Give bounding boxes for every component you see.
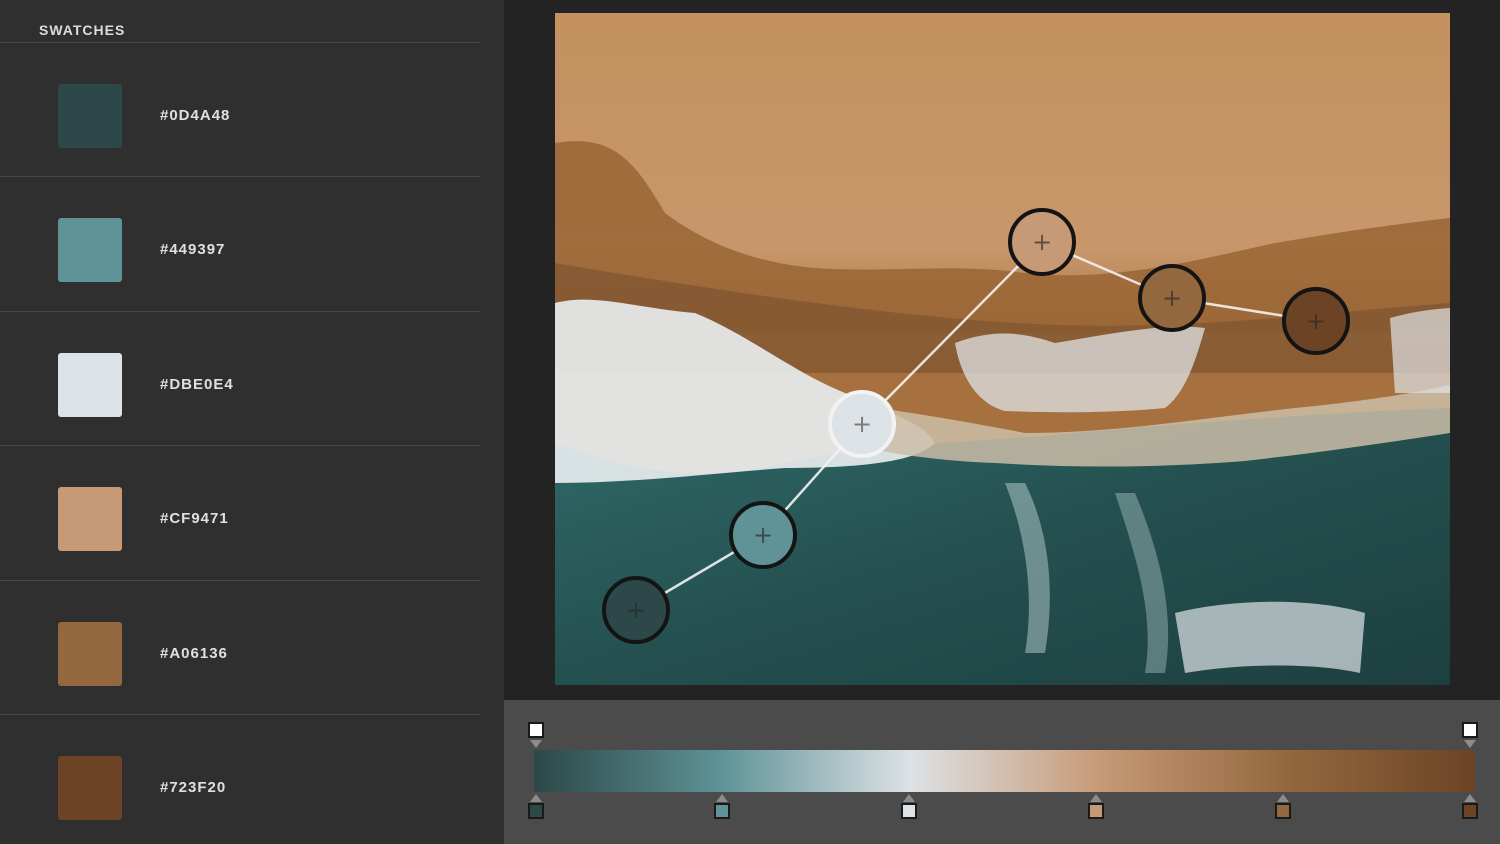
- swatch-hex-label: #449397: [160, 241, 226, 259]
- color-picker-handle[interactable]: +: [1138, 264, 1206, 332]
- color-picker-handle[interactable]: +: [602, 576, 670, 644]
- color-picker-handle[interactable]: +: [828, 390, 896, 458]
- swatches-title: SWATCHES: [39, 22, 126, 38]
- color-stop[interactable]: [1088, 803, 1104, 819]
- swatch-hex-label: #723F20: [160, 778, 227, 796]
- image-canvas-area: + + + + + +: [504, 0, 1500, 700]
- color-stop[interactable]: [1275, 803, 1291, 819]
- swatch-row[interactable]: #CF9471: [0, 446, 480, 581]
- beach-aerial-photo[interactable]: + + + + + +: [555, 13, 1450, 685]
- crosshair-icon: +: [625, 596, 647, 624]
- swatch-chip[interactable]: [58, 621, 122, 686]
- stop-arrow-icon: [1277, 794, 1289, 802]
- stop-arrow-icon: [530, 794, 542, 802]
- crosshair-icon: +: [851, 410, 873, 438]
- swatch-chip[interactable]: [58, 755, 122, 820]
- color-picker-handle[interactable]: +: [1008, 208, 1076, 276]
- swatch-chip[interactable]: [58, 487, 122, 552]
- opacity-stop-left[interactable]: [528, 722, 544, 738]
- crosshair-icon: +: [752, 521, 774, 549]
- swatch-chip[interactable]: [58, 352, 122, 417]
- stop-arrow-icon: [1464, 794, 1476, 802]
- color-stop[interactable]: [901, 803, 917, 819]
- swatch-row[interactable]: #723F20: [0, 715, 480, 844]
- opacity-stop-right[interactable]: [1462, 722, 1478, 738]
- stop-arrow-icon: [1464, 740, 1476, 748]
- swatch-hex-label: #0D4A48: [160, 107, 231, 124]
- swatch-row[interactable]: #0D4A48: [0, 43, 480, 178]
- swatch-row[interactable]: #DBE0E4: [0, 312, 480, 447]
- color-picker-handle[interactable]: +: [729, 501, 797, 569]
- crosshair-icon: +: [1161, 284, 1183, 312]
- stop-arrow-icon: [716, 794, 728, 802]
- swatch-hex-label: #CF9471: [160, 510, 229, 528]
- stop-arrow-icon: [1090, 794, 1102, 802]
- gradient-preview-bar[interactable]: [534, 750, 1475, 792]
- color-stop[interactable]: [1462, 803, 1478, 819]
- stop-arrow-icon: [903, 794, 915, 802]
- crosshair-icon: +: [1305, 307, 1327, 335]
- swatch-chip[interactable]: [58, 218, 122, 283]
- gradient-editor: [504, 700, 1500, 844]
- color-picker-handle[interactable]: +: [1282, 287, 1350, 355]
- stop-arrow-icon: [530, 740, 542, 748]
- swatch-row[interactable]: #449397: [0, 177, 480, 312]
- swatch-hex-label: #A06136: [160, 644, 228, 662]
- color-stop[interactable]: [714, 803, 730, 819]
- swatch-hex-label: #DBE0E4: [160, 375, 234, 393]
- swatches-panel: SWATCHES #0D4A48 #449397 #DBE0E4 #CF9471…: [0, 0, 504, 844]
- swatch-row[interactable]: #A06136: [0, 581, 480, 715]
- color-stop[interactable]: [528, 803, 544, 819]
- swatch-list: #0D4A48 #449397 #DBE0E4 #CF9471 #A06136 …: [0, 42, 480, 844]
- swatch-chip[interactable]: [58, 84, 122, 148]
- crosshair-icon: +: [1031, 228, 1053, 256]
